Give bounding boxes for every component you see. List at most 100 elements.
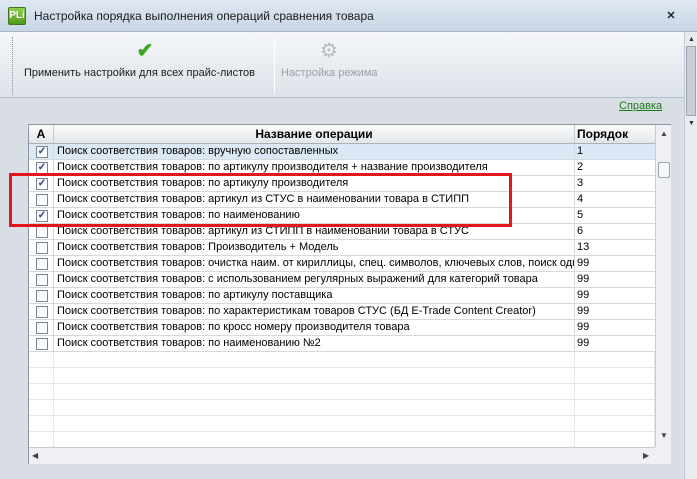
scroll-left-icon[interactable]: ◀ xyxy=(32,451,38,460)
empty-row xyxy=(29,368,655,384)
empty-row xyxy=(29,416,655,432)
order-cell[interactable]: 99 xyxy=(575,304,655,320)
column-header-a[interactable]: A xyxy=(29,125,54,144)
close-button[interactable]: ✕ xyxy=(664,9,678,23)
empty-row xyxy=(29,384,655,400)
app-icon: PLi xyxy=(8,7,26,25)
empty-cell xyxy=(29,384,54,400)
checkbox-unchecked[interactable] xyxy=(36,226,48,238)
toolbar: ✔ Применить настройки для всех прайс-лис… xyxy=(0,32,684,98)
empty-cell xyxy=(575,432,655,447)
checkbox-unchecked[interactable] xyxy=(36,274,48,286)
empty-cell xyxy=(54,400,575,416)
empty-row xyxy=(29,432,655,447)
active-cell xyxy=(29,320,54,336)
toolbar-separator xyxy=(274,38,275,94)
checkbox-unchecked[interactable] xyxy=(36,338,48,350)
empty-cell xyxy=(29,352,54,368)
order-cell[interactable]: 5 xyxy=(575,208,655,224)
empty-cell xyxy=(575,368,655,384)
empty-row xyxy=(29,352,655,368)
operation-name-cell: Поиск соответствия товаров: по кросс ном… xyxy=(54,320,575,336)
active-cell xyxy=(29,256,54,272)
checkbox-unchecked[interactable] xyxy=(36,306,48,318)
empty-cell xyxy=(54,368,575,384)
order-cell[interactable]: 1 xyxy=(575,144,655,160)
grid-horizontal-scrollbar[interactable]: ◀ ▶ xyxy=(29,447,655,464)
scroll-up-icon[interactable]: ▲ xyxy=(688,36,695,43)
grid-vertical-scrollbar[interactable]: ▲ ▼ xyxy=(655,125,671,447)
column-header-order[interactable]: Порядок xyxy=(575,125,655,144)
window-scrollbar[interactable]: ▲ ▼ xyxy=(684,32,697,479)
active-cell xyxy=(29,304,54,320)
annotation-highlight-box xyxy=(9,173,512,227)
operation-name-cell: Поиск соответствия товаров: Производител… xyxy=(54,240,575,256)
active-cell xyxy=(29,272,54,288)
column-header-name[interactable]: Название операции xyxy=(54,125,575,144)
operation-name-cell: Поиск соответствия товаров: с использова… xyxy=(54,272,575,288)
empty-cell xyxy=(54,432,575,447)
active-cell xyxy=(29,288,54,304)
window-title: Настройка порядка выполнения операций ср… xyxy=(34,9,374,23)
mode-settings-label: Настройка режима xyxy=(281,67,378,79)
order-cell[interactable]: 13 xyxy=(575,240,655,256)
scrollbar-corner xyxy=(655,447,671,464)
table-row[interactable]: Поиск соответствия товаров: по наименова… xyxy=(29,336,655,352)
apply-settings-label: Применить настройки для всех прайс-листо… xyxy=(24,67,255,79)
apply-settings-button[interactable]: ✔ Применить настройки для всех прайс-лис… xyxy=(20,32,270,98)
gear-icon: ⚙ xyxy=(320,40,338,62)
active-cell xyxy=(29,240,54,256)
operation-name-cell: Поиск соответствия товаров: по характери… xyxy=(54,304,575,320)
table-row[interactable]: Поиск соответствия товаров: по характери… xyxy=(29,304,655,320)
checkmark-icon: ✔ xyxy=(136,40,154,62)
toolbar-grip[interactable] xyxy=(12,37,15,95)
checkbox-checked[interactable]: ✓ xyxy=(36,146,48,158)
scroll-up-icon[interactable]: ▲ xyxy=(660,129,668,138)
table-row[interactable]: ✓ Поиск соответствия товаров: вручную соп… xyxy=(29,144,655,160)
title-bar: PLi Настройка порядка выполнения операци… xyxy=(0,0,697,32)
operation-name-cell: Поиск соответствия товаров: вручную сопо… xyxy=(54,144,575,160)
empty-cell xyxy=(575,416,655,432)
scroll-thumb[interactable] xyxy=(658,162,670,178)
checkbox-unchecked[interactable] xyxy=(36,322,48,334)
order-cell[interactable]: 99 xyxy=(575,336,655,352)
empty-cell xyxy=(575,384,655,400)
empty-row xyxy=(29,400,655,416)
empty-cell xyxy=(29,368,54,384)
empty-cell xyxy=(575,352,655,368)
scroll-thumb[interactable] xyxy=(686,46,696,116)
order-cell[interactable]: 99 xyxy=(575,256,655,272)
table-row[interactable]: Поиск соответствия товаров: по кросс ном… xyxy=(29,320,655,336)
help-link[interactable]: Справка xyxy=(619,100,662,112)
order-cell[interactable]: 4 xyxy=(575,192,655,208)
operation-name-cell: Поиск соответствия товаров: по наименова… xyxy=(54,336,575,352)
empty-cell xyxy=(54,384,575,400)
empty-cell xyxy=(29,432,54,447)
empty-cell xyxy=(29,400,54,416)
table-row[interactable]: Поиск соответствия товаров: очистка наим… xyxy=(29,256,655,272)
mode-settings-button[interactable]: ⚙ Настройка режима xyxy=(279,32,389,98)
table-row[interactable]: Поиск соответствия товаров: Производител… xyxy=(29,240,655,256)
order-cell[interactable]: 6 xyxy=(575,224,655,240)
scroll-down-icon[interactable]: ▼ xyxy=(660,431,668,440)
empty-cell xyxy=(29,416,54,432)
table-row[interactable]: Поиск соответствия товаров: с использова… xyxy=(29,272,655,288)
empty-cell xyxy=(54,416,575,432)
empty-cell xyxy=(575,400,655,416)
order-cell[interactable]: 99 xyxy=(575,320,655,336)
order-cell[interactable]: 99 xyxy=(575,288,655,304)
checkbox-unchecked[interactable] xyxy=(36,258,48,270)
table-row[interactable]: Поиск соответствия товаров: по артикулу … xyxy=(29,288,655,304)
scroll-down-icon[interactable]: ▼ xyxy=(688,120,695,127)
operation-name-cell: Поиск соответствия товаров: очистка наим… xyxy=(54,256,575,272)
order-cell[interactable]: 99 xyxy=(575,272,655,288)
order-cell[interactable]: 2 xyxy=(575,160,655,176)
operation-name-cell: Поиск соответствия товаров: по артикулу … xyxy=(54,288,575,304)
checkbox-unchecked[interactable] xyxy=(36,290,48,302)
empty-cell xyxy=(54,352,575,368)
active-cell xyxy=(29,336,54,352)
scroll-right-icon[interactable]: ▶ xyxy=(643,451,649,460)
active-cell: ✓ xyxy=(29,144,54,160)
order-cell[interactable]: 3 xyxy=(575,176,655,192)
checkbox-unchecked[interactable] xyxy=(36,242,48,254)
